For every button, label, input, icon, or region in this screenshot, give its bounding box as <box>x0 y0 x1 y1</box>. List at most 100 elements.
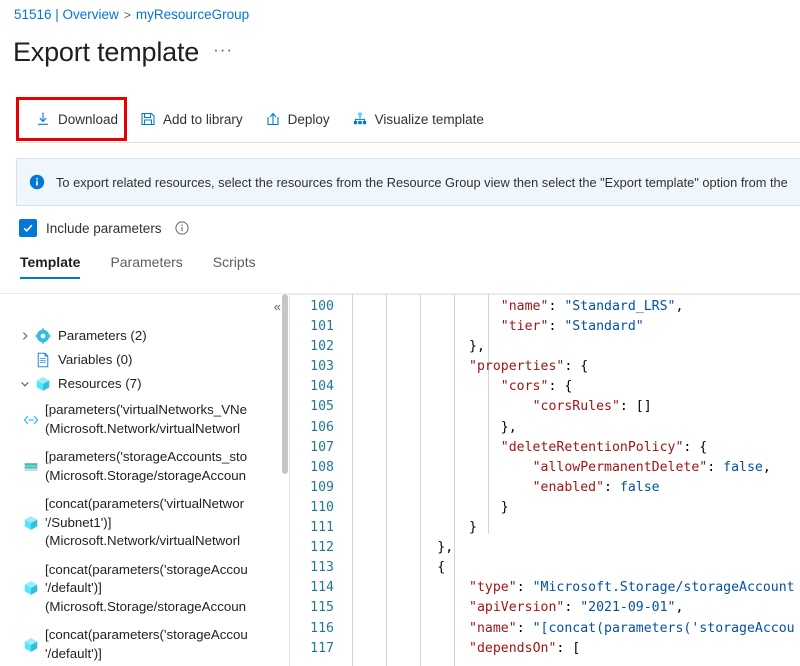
code-line-text: "deleteRetentionPolicy": { <box>342 438 800 458</box>
info-icon <box>29 174 45 190</box>
line-number: 111 <box>290 518 342 538</box>
breadcrumb-item-overview[interactable]: 51516 | Overview <box>14 7 119 22</box>
command-bar: Download Add to library Deploy <box>0 97 800 141</box>
code-line: 110 } <box>290 498 800 518</box>
code-line: 111 } <box>290 518 800 538</box>
breadcrumb-separator: > <box>124 8 131 22</box>
code-line-text: "apiVersion": "2021-09-01", <box>342 598 800 618</box>
tree-resource-item[interactable]: [parameters('storageAccounts_sto(Microso… <box>0 443 289 490</box>
line-number: 102 <box>290 337 342 357</box>
upload-box-icon <box>265 111 281 127</box>
line-number: 110 <box>290 498 342 518</box>
export-template-page: 51516 | Overview > myResourceGroup Export … <box>0 0 800 666</box>
line-number: 107 <box>290 438 342 458</box>
page-header: Export template ··· <box>13 33 233 69</box>
line-number: 103 <box>290 357 342 377</box>
template-code-editor[interactable]: 100 "name": "Standard_LRS",101 "tier": "… <box>290 294 800 666</box>
code-line: 115 "apiVersion": "2021-09-01", <box>290 598 800 618</box>
template-tree: Parameters (2) Variables (0) Resources (7)… <box>0 324 289 666</box>
code-line-text: } <box>342 518 800 538</box>
page-title: Export template <box>13 35 199 69</box>
add-to-library-button[interactable]: Add to library <box>129 103 254 135</box>
include-parameters-label: Include parameters <box>46 221 162 236</box>
code-line-text: "corsRules": [] <box>342 397 800 417</box>
cube-icon <box>22 579 40 597</box>
code-line: 116 "name": "[concat(parameters('storage… <box>290 619 800 639</box>
line-number: 106 <box>290 418 342 438</box>
include-parameters-row: Include parameters <box>19 219 189 237</box>
tree-node-label: Resources (7) <box>58 375 142 393</box>
tree-node-variables[interactable]: Variables (0) <box>0 348 289 372</box>
cube-icon <box>22 514 40 532</box>
code-line-text: } <box>342 498 800 518</box>
line-number: 100 <box>290 297 342 317</box>
line-number: 115 <box>290 598 342 618</box>
line-number: 101 <box>290 317 342 337</box>
more-options-button[interactable]: ··· <box>213 33 233 69</box>
tab-scripts[interactable]: Scripts <box>213 254 256 279</box>
code-line-text: "allowPermanentDelete": false, <box>342 458 800 478</box>
chevron-down-icon[interactable] <box>18 375 32 393</box>
deploy-button[interactable]: Deploy <box>254 103 341 135</box>
tree-resource-item[interactable]: [concat(parameters('storageAccou'/defaul… <box>0 621 289 666</box>
code-line-text: "dependsOn": [ <box>342 639 800 659</box>
line-number: 109 <box>290 478 342 498</box>
download-icon <box>35 111 51 127</box>
tree-resource-item[interactable]: [concat(parameters('virtualNetwor'/Subne… <box>0 490 289 556</box>
editor-top-rule <box>290 294 800 295</box>
tree-node-parameters[interactable]: Parameters (2) <box>0 324 289 348</box>
tree-resource-label: [parameters('storageAccounts_sto(Microso… <box>45 448 247 485</box>
collapse-pane-button[interactable]: « <box>274 301 281 313</box>
code-line-text: "name": "[concat(parameters('storageAcco… <box>342 619 800 639</box>
line-number: 105 <box>290 397 342 417</box>
cube-icon <box>34 375 52 393</box>
chevron-right-icon[interactable] <box>18 327 32 345</box>
deploy-button-label: Deploy <box>288 112 330 127</box>
tree-resource-item[interactable]: [concat(parameters('storageAccou'/defaul… <box>0 556 289 622</box>
template-tree-pane: « Parameters (2) Variables (0) Resources (… <box>0 294 289 666</box>
info-outline-icon[interactable] <box>175 221 189 235</box>
code-line-text: }, <box>342 337 800 357</box>
code-line-text: "cors": { <box>342 377 800 397</box>
tree-resource-item[interactable]: [parameters('virtualNetworks_VNe(Microso… <box>0 396 289 443</box>
tree-resource-label: [parameters('virtualNetworks_VNe(Microso… <box>45 401 247 438</box>
code-line-text: "properties": { <box>342 357 800 377</box>
storage-icon <box>22 458 40 476</box>
document-icon <box>34 351 52 369</box>
code-line: 105 "corsRules": [] <box>290 397 800 417</box>
code-line-text: "type": "Microsoft.Storage/storageAccoun… <box>342 578 800 598</box>
code-line-text: { <box>342 558 800 578</box>
code-line: 113 { <box>290 558 800 578</box>
code-line: 107 "deleteRetentionPolicy": { <box>290 438 800 458</box>
tree-resource-label: [concat(parameters('storageAccou'/defaul… <box>45 561 248 617</box>
info-banner: To export related resources, select the … <box>16 158 800 206</box>
download-button[interactable]: Download <box>24 103 129 135</box>
include-parameters-checkbox[interactable] <box>19 219 37 237</box>
tree-node-resources[interactable]: Resources (7) <box>0 372 289 396</box>
line-number: 104 <box>290 377 342 397</box>
code-line: 117 "dependsOn": [ <box>290 639 800 659</box>
tab-parameters[interactable]: Parameters <box>110 254 182 279</box>
code-line-text: "name": "Standard_LRS", <box>342 297 800 317</box>
code-line: 106 }, <box>290 418 800 438</box>
code-line: 100 "name": "Standard_LRS", <box>290 297 800 317</box>
code-line-text: "enabled": false <box>342 478 800 498</box>
code-line: 102 }, <box>290 337 800 357</box>
line-number: 116 <box>290 619 342 639</box>
tree-scrollbar[interactable] <box>282 294 288 666</box>
tree-resource-label: [concat(parameters('virtualNetwor'/Subne… <box>45 495 244 551</box>
breadcrumb: 51516 | Overview > myResourceGroup <box>14 7 249 22</box>
tree-scrollbar-thumb[interactable] <box>282 294 288 474</box>
tab-template[interactable]: Template <box>20 254 80 279</box>
code-line: 108 "allowPermanentDelete": false, <box>290 458 800 478</box>
line-number: 112 <box>290 538 342 558</box>
code-line: 114 "type": "Microsoft.Storage/storageAc… <box>290 578 800 598</box>
tree-node-label: Parameters (2) <box>58 327 147 345</box>
visualize-template-button[interactable]: Visualize template <box>341 103 495 135</box>
breadcrumb-item-resourcegroup[interactable]: myResourceGroup <box>136 7 249 22</box>
code-line: 103 "properties": { <box>290 357 800 377</box>
line-number: 113 <box>290 558 342 578</box>
cube-icon <box>22 636 40 654</box>
download-button-label: Download <box>58 112 118 127</box>
code-brackets-icon <box>22 411 40 429</box>
